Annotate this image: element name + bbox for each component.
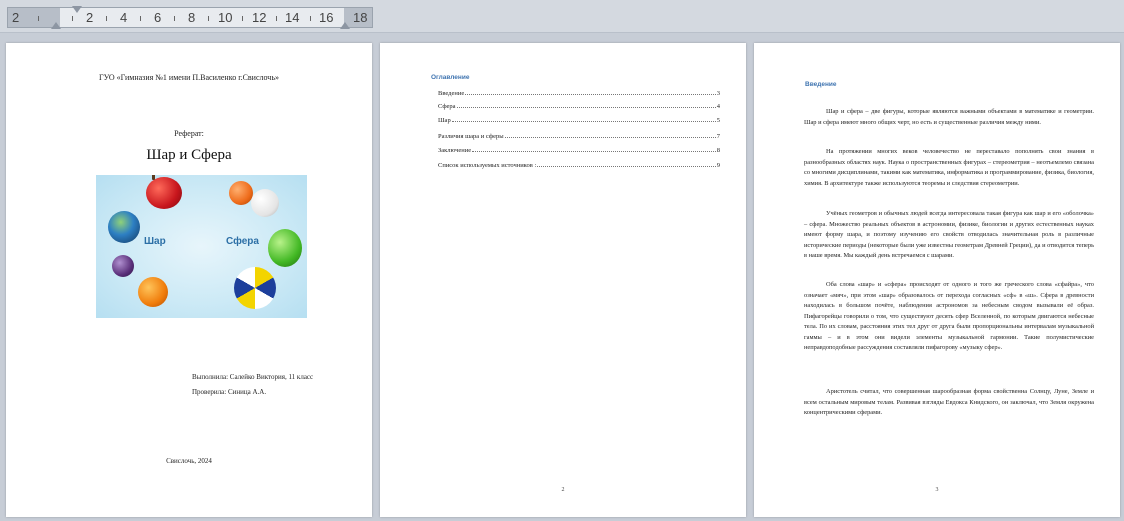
toc-entry-title: Введение [438, 90, 465, 97]
ruler-tick [140, 16, 141, 21]
ruler-label: 12 [252, 10, 267, 25]
body-paragraph: Учёных геометров и обычных людей всегда … [804, 210, 1094, 259]
page-3-introduction[interactable]: Введение Шар и сфера – две фигуры, котор… [754, 43, 1120, 517]
city-year: Свислочь, 2024 [166, 457, 212, 465]
body-paragraph: Аристотель считал, что совершенная шароо… [804, 388, 1094, 416]
horizontal-ruler[interactable]: 2 2 4 6 8 10 12 14 16 18 [7, 6, 373, 29]
ruler-label: 14 [285, 10, 300, 25]
cover-image[interactable]: Шар Сфера [96, 175, 307, 318]
page-2-contents[interactable]: Оглавление Введение 3 Сфера 4 Шар 5 Различи… [380, 43, 746, 517]
ruler-label: 4 [120, 10, 128, 25]
ruler-tick [72, 16, 73, 21]
performed-by: Выполнила: Салейко Виктория, 11 класс [192, 373, 314, 381]
toc-entry-page: 8 [716, 147, 720, 154]
toc-entry[interactable]: Сфера 4 [438, 101, 720, 110]
right-indent-marker[interactable] [340, 22, 350, 29]
ruler-tick [174, 16, 175, 21]
ruler-label: 2 [86, 10, 94, 25]
toc-entry[interactable]: Заключение 8 [438, 145, 720, 154]
toc-entry-title: Различия шара и сферы [438, 133, 504, 140]
school-header: ГУО «Гимназия №1 имени П.Василенко г.Сви… [99, 73, 279, 82]
report-label: Реферат: [174, 129, 204, 138]
toc-entry[interactable]: Шар 5 [438, 115, 720, 124]
toc-entry-page: 9 [716, 162, 720, 169]
ruler-label: 18 [353, 10, 368, 25]
body-paragraph: На протяжении многих веков человечество … [804, 148, 1094, 187]
first-line-indent-marker[interactable] [72, 6, 82, 13]
toc-entry-title: Сфера [438, 103, 456, 110]
ruler-label: 10 [218, 10, 233, 25]
cover-label-ball: Шар [144, 236, 166, 247]
toc-dot-leader [456, 107, 716, 108]
page-number: 2 [561, 487, 565, 493]
body-paragraph: Шар и сфера – две фигуры, которые являют… [804, 108, 1094, 126]
ruler-label: 2 [12, 10, 20, 25]
ruler-tick [38, 16, 39, 21]
toc-entry-title: Заключение [438, 147, 472, 154]
apple-icon [146, 177, 182, 209]
volleyball-icon [234, 267, 276, 309]
ruler-tick [276, 16, 277, 21]
toc-entry-page: 4 [716, 103, 720, 110]
plum-icon [112, 255, 134, 277]
toc-dot-leader [451, 121, 716, 122]
toc-entry[interactable]: Различия шара и сферы 7 [438, 131, 720, 140]
ruler-label: 8 [188, 10, 196, 25]
cover-label-sphere: Сфера [226, 236, 259, 247]
globe-icon [108, 211, 140, 243]
toc-entry-title: Шар [438, 117, 451, 124]
toc-entry-title: Список используемых источников : [438, 162, 537, 169]
toc-entry-page: 7 [716, 133, 720, 140]
toc-dot-leader [537, 166, 716, 167]
ruler-label: 6 [154, 10, 162, 25]
white-ball-icon [251, 189, 279, 217]
horizontal-ruler-bar: 2 2 4 6 8 10 12 14 16 18 [0, 0, 1124, 33]
ruler-tick [106, 16, 107, 21]
ruler-label: 16 [319, 10, 334, 25]
ping-pong-ball-icon [229, 181, 253, 205]
green-balloon-icon [268, 229, 302, 267]
toc-dot-leader [504, 137, 716, 138]
orange-icon [138, 277, 168, 307]
page-1-title[interactable]: ГУО «Гимназия №1 имени П.Василенко г.Сви… [6, 43, 372, 517]
toc-entry-page: 5 [716, 117, 720, 124]
toc-entry[interactable]: Введение 3 [438, 88, 720, 97]
ruler-tick [208, 16, 209, 21]
toc-heading: Оглавление [431, 74, 470, 81]
document-title: Шар и Сфера [146, 147, 232, 163]
toc-entry[interactable]: Список используемых источников : 9 [438, 160, 720, 169]
section-heading: Введение [805, 81, 837, 88]
ruler-tick [242, 16, 243, 21]
hanging-indent-marker[interactable] [51, 22, 61, 29]
checked-by: Проверила: Синица А.А. [192, 388, 267, 396]
toc-dot-leader [465, 94, 716, 95]
apple-stem-icon [152, 175, 155, 180]
toc-dot-leader [472, 151, 716, 152]
ruler-tick [310, 16, 311, 21]
body-paragraph: Оба слова «шар» и «сфера» происходят от … [804, 281, 1094, 351]
toc-entry-page: 3 [716, 90, 720, 97]
page-number: 3 [935, 487, 939, 493]
